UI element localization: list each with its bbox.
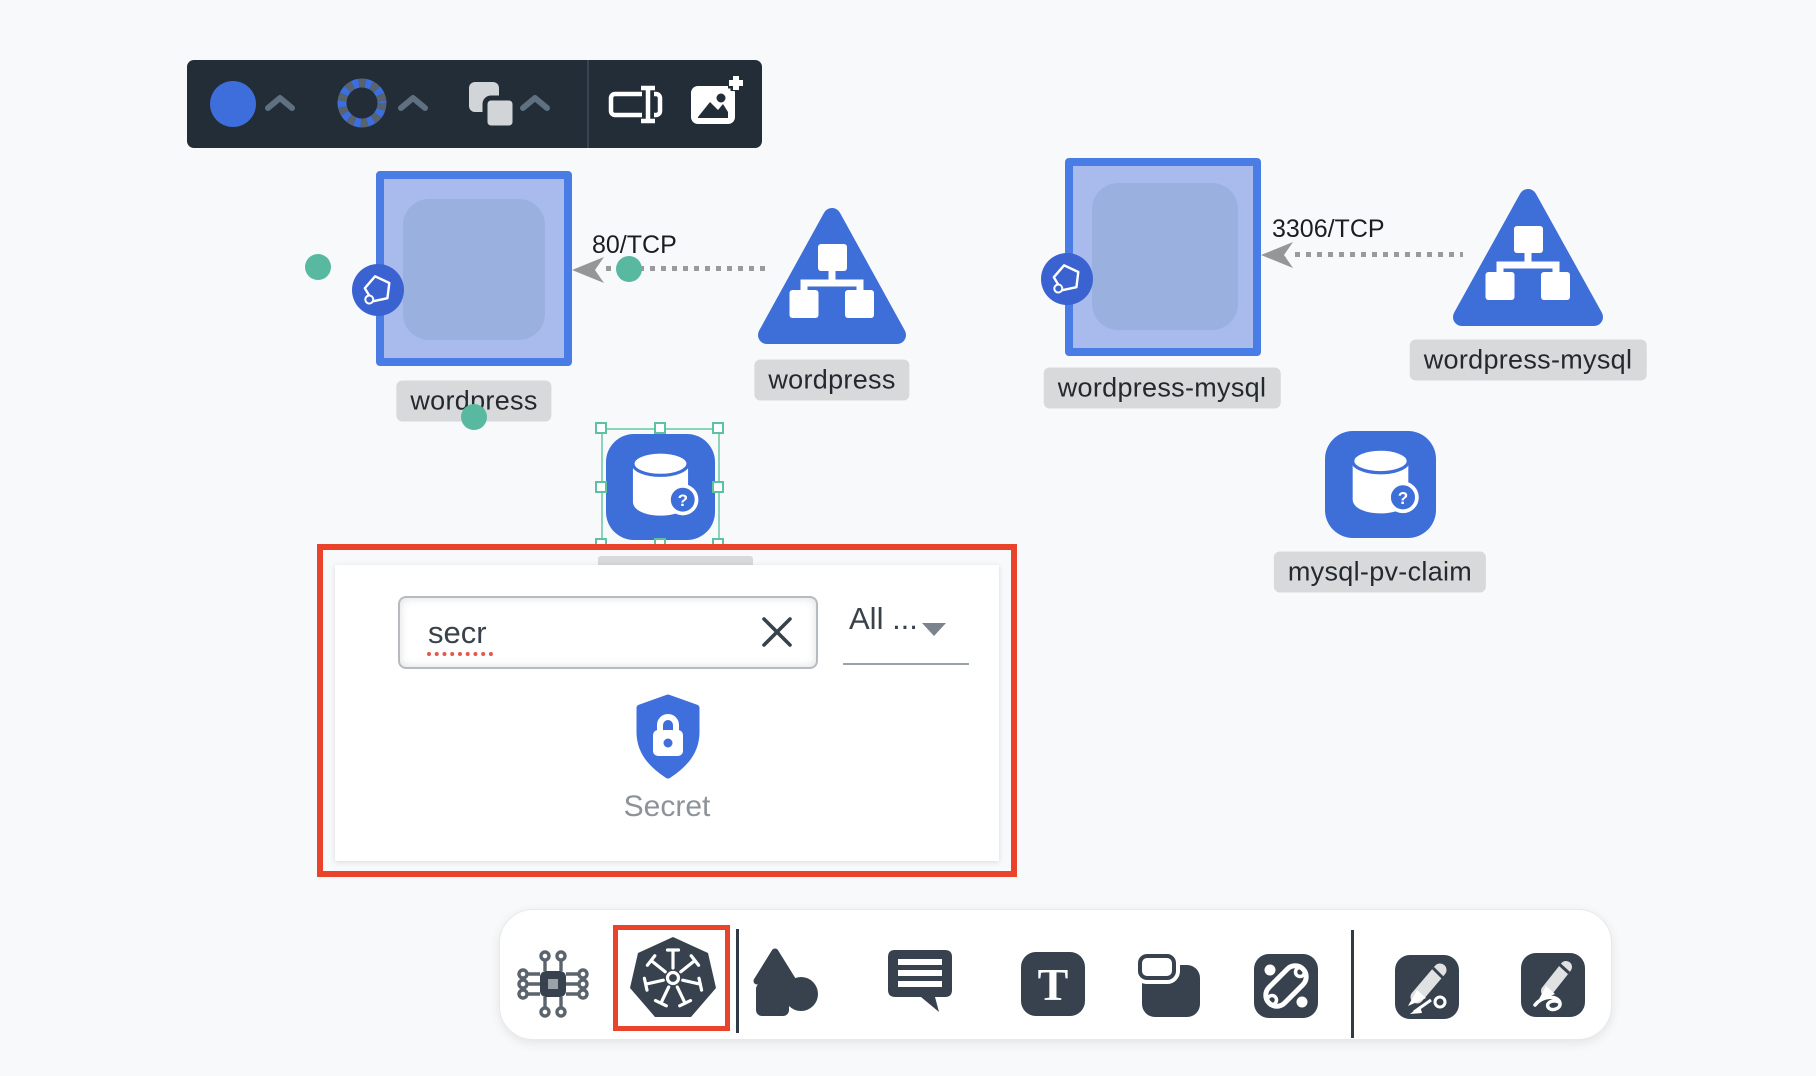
- node-label[interactable]: wordpress-mysql: [1410, 340, 1647, 381]
- replace-image-icon[interactable]: [690, 74, 746, 132]
- dropdown-caret-icon[interactable]: [921, 621, 947, 637]
- stroke-style-ring-icon[interactable]: [336, 77, 388, 129]
- clear-search-icon[interactable]: [759, 614, 795, 650]
- canvas[interactable]: wordpress 80/TCP wordpress wordpress-mys…: [0, 0, 1816, 1076]
- chevron-up-icon[interactable]: [265, 94, 295, 112]
- resource-search-popup-annotation: All ... Secret: [317, 544, 1017, 877]
- text-glyph: T: [1038, 959, 1069, 1010]
- node-label[interactable]: mysql-pv-claim: [1274, 552, 1486, 593]
- rename-icon[interactable]: [606, 85, 664, 125]
- question-badge: ?: [678, 491, 688, 510]
- node-label[interactable]: wordpress-mysql: [1044, 368, 1281, 409]
- pen-arrow-tool-icon[interactable]: [1395, 955, 1459, 1019]
- shapes-tool-icon[interactable]: [752, 948, 822, 1020]
- arrowhead-icon: [1261, 242, 1293, 268]
- selected-node-wrapper[interactable]: ?: [601, 428, 720, 546]
- edge-label: 80/TCP: [592, 231, 677, 260]
- deployment-inner-shape: [1092, 183, 1238, 330]
- spellcheck-underline: [427, 652, 493, 656]
- kubernetes-tool-icon[interactable]: [630, 936, 716, 1020]
- node-deployment-wordpress[interactable]: [376, 171, 572, 366]
- secret-shield-icon[interactable]: [632, 694, 704, 780]
- chevron-up-icon[interactable]: [398, 94, 428, 112]
- connection-handle[interactable]: [305, 254, 331, 280]
- edge-wordpress-mysql[interactable]: [1295, 252, 1463, 257]
- node-deployment-wordpress-mysql[interactable]: [1065, 158, 1261, 356]
- copy-style-icon[interactable]: [467, 80, 517, 130]
- comment-tool-icon[interactable]: [888, 950, 952, 1014]
- question-badge: ?: [1398, 489, 1408, 508]
- resize-handle-n[interactable]: [654, 422, 666, 434]
- text-tool-icon[interactable]: T: [1021, 952, 1085, 1016]
- style-toolbar: [187, 60, 762, 148]
- dropdown-underline: [843, 663, 969, 665]
- node-storage-selected[interactable]: ?: [606, 434, 715, 540]
- resize-handle-e[interactable]: [712, 481, 724, 493]
- node-pvc-mysql-pv-claim[interactable]: ?: [1325, 431, 1436, 538]
- toolbar-divider: [587, 60, 589, 148]
- node-service-wordpress[interactable]: [757, 205, 907, 350]
- resize-handle-w[interactable]: [595, 481, 607, 493]
- arrowhead-icon: [572, 257, 604, 283]
- chevron-up-icon[interactable]: [520, 94, 550, 112]
- resource-search-popup: All ... Secret: [335, 565, 999, 861]
- dock-divider: [1351, 930, 1354, 1038]
- resize-handle-ne[interactable]: [712, 422, 724, 434]
- frame-tool-icon[interactable]: [1136, 953, 1204, 1019]
- filter-dropdown[interactable]: All ...: [849, 601, 918, 637]
- pencil-tool-icon[interactable]: [1521, 953, 1585, 1017]
- infrastructure-tool-icon[interactable]: [516, 949, 590, 1019]
- dock-divider: [736, 929, 739, 1033]
- pod-badge-icon: [352, 264, 404, 316]
- node-service-wordpress-mysql[interactable]: [1452, 186, 1604, 332]
- database-icon: ?: [1325, 431, 1436, 538]
- fill-color-swatch[interactable]: [210, 81, 256, 127]
- pod-badge-icon: [1041, 253, 1093, 305]
- tool-dock: T: [499, 909, 1612, 1040]
- resize-handle-nw[interactable]: [595, 422, 607, 434]
- node-label[interactable]: wordpress: [754, 360, 909, 401]
- connection-handle[interactable]: [461, 404, 487, 430]
- search-result-label[interactable]: Secret: [335, 790, 999, 824]
- connector-tool-icon[interactable]: [1254, 954, 1318, 1018]
- deployment-inner-shape: [403, 199, 545, 340]
- database-icon: ?: [606, 434, 715, 540]
- edge-label: 3306/TCP: [1272, 215, 1385, 244]
- search-input[interactable]: [398, 596, 818, 669]
